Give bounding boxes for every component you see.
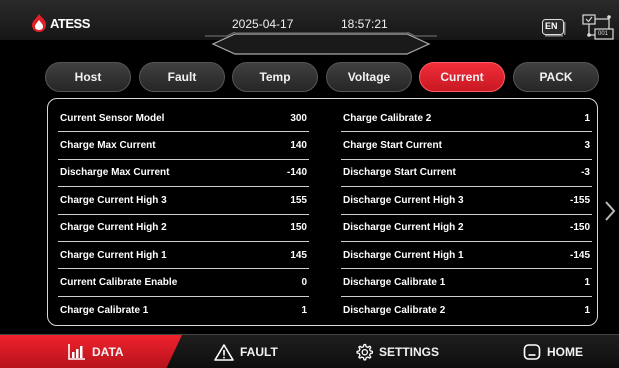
row-label: Charge Start Current — [343, 140, 442, 152]
nav-home[interactable]: HOME — [523, 335, 583, 368]
table-row: Charge Calibrate 1 1 — [58, 297, 309, 324]
row-value: 145 — [290, 249, 307, 261]
table-row: Charge Max Current 140 — [58, 132, 309, 160]
table-row: Charge Current High 3 155 — [58, 187, 309, 215]
row-value: 1 — [301, 304, 307, 316]
row-value: 1 — [584, 112, 590, 124]
flame-icon — [32, 14, 46, 32]
row-value: -3 — [581, 167, 590, 179]
row-label: Discharge Max Current — [60, 167, 170, 179]
home-icon — [523, 344, 541, 360]
table-row: Charge Current High 2 150 — [58, 215, 309, 242]
nav-settings[interactable]: SETTINGS — [355, 335, 439, 368]
tab-current[interactable]: Current — [419, 62, 505, 92]
tab-fault[interactable]: Fault — [139, 62, 225, 92]
nav-settings-label: SETTINGS — [379, 345, 440, 359]
tab-fault-label: Fault — [167, 70, 197, 84]
row-value: 140 — [290, 140, 307, 152]
tab-host[interactable]: Host — [45, 62, 131, 92]
row-label: Current Calibrate Enable — [60, 277, 178, 289]
row-label: Discharge Start Current — [343, 167, 456, 179]
row-value: 300 — [290, 112, 307, 124]
row-label: Charge Current High 2 — [60, 222, 167, 234]
topology-icon[interactable] — [580, 14, 614, 40]
row-label: Charge Calibrate 1 — [60, 304, 149, 316]
row-value: 1 — [584, 277, 590, 289]
right-column: Charge Calibrate 2 1 Charge Start Current… — [341, 105, 592, 324]
bar-chart-icon — [68, 344, 85, 360]
row-value: 3 — [584, 140, 590, 152]
tab-current-label: Current — [440, 70, 484, 84]
row-label: Charge Calibrate 2 — [343, 112, 432, 124]
row-label: Discharge Current High 2 — [343, 222, 464, 234]
table-row: Current Sensor Model 300 — [58, 105, 309, 133]
table-row: Discharge Calibrate 2 1 — [341, 297, 592, 324]
row-value: -150 — [569, 222, 590, 234]
current-data-panel: Current Sensor Model 300 Charge Max Curre… — [47, 98, 598, 326]
row-value: 0 — [301, 277, 307, 289]
brand-name: ATESS — [50, 15, 90, 31]
tab-temp-label: Temp — [259, 70, 291, 84]
table-row: Discharge Max Current -140 — [58, 160, 309, 188]
row-label: Current Sensor Model — [60, 112, 165, 124]
nav-home-label: HOME — [547, 345, 583, 359]
tab-pack-label: PACK — [539, 70, 573, 84]
bottom-nav: DATA FAULT SETTINGS HOME — [0, 334, 619, 368]
time-display: 18:57:21 — [341, 17, 388, 31]
nav-fault[interactable]: FAULT — [214, 335, 278, 368]
table-row: Discharge Start Current -3 — [341, 160, 592, 188]
row-label: Discharge Calibrate 2 — [343, 304, 446, 316]
table-row: Charge Calibrate 2 1 — [341, 105, 592, 133]
tab-voltage[interactable]: Voltage — [326, 62, 412, 92]
table-row: Current Calibrate Enable 0 — [58, 269, 309, 297]
row-value: 150 — [290, 222, 307, 234]
warning-icon — [214, 343, 234, 361]
row-value: 1 — [584, 304, 590, 316]
language-label: EN — [545, 21, 558, 31]
tab-pack[interactable]: PACK — [513, 62, 599, 92]
row-value: -145 — [569, 249, 590, 261]
next-page-arrow-icon[interactable] — [604, 200, 616, 222]
table-row: Charge Start Current 3 — [341, 132, 592, 160]
header-center-plate — [205, 32, 437, 55]
topology-label: 001 — [598, 31, 609, 37]
row-label: Charge Current High 1 — [60, 249, 167, 261]
table-row: Discharge Current High 2 -150 — [341, 215, 592, 242]
category-tabs: Host Fault Temp Voltage Current PACK — [45, 62, 600, 92]
gear-icon — [356, 343, 373, 361]
tab-voltage-label: Voltage — [347, 70, 391, 84]
tab-temp[interactable]: Temp — [232, 62, 318, 92]
table-row: Charge Current High 1 145 — [58, 242, 309, 270]
row-label: Discharge Current High 1 — [343, 249, 464, 261]
row-label: Discharge Calibrate 1 — [343, 277, 446, 289]
left-column: Current Sensor Model 300 Charge Max Curre… — [58, 105, 309, 324]
nav-fault-label: FAULT — [240, 345, 278, 359]
brand-logo: ATESS — [31, 14, 90, 32]
table-row: Discharge Current High 3 -155 — [341, 187, 592, 215]
nav-data-label: DATA — [92, 345, 124, 359]
row-label: Discharge Current High 3 — [343, 194, 464, 206]
row-value: -155 — [569, 194, 590, 206]
top-bar: ATESS 2025-04-17 18:57:21 EN 001 — [0, 0, 619, 55]
row-value: -140 — [286, 167, 307, 179]
tab-host-label: Host — [74, 70, 102, 84]
table-row: Discharge Current High 1 -145 — [341, 242, 592, 270]
row-label: Charge Max Current — [60, 140, 156, 152]
nav-data[interactable]: DATA — [68, 335, 124, 368]
row-value: 155 — [290, 194, 307, 206]
table-row: Discharge Calibrate 1 1 — [341, 269, 592, 297]
date-display: 2025-04-17 — [232, 17, 294, 31]
row-label: Charge Current High 3 — [60, 194, 167, 206]
